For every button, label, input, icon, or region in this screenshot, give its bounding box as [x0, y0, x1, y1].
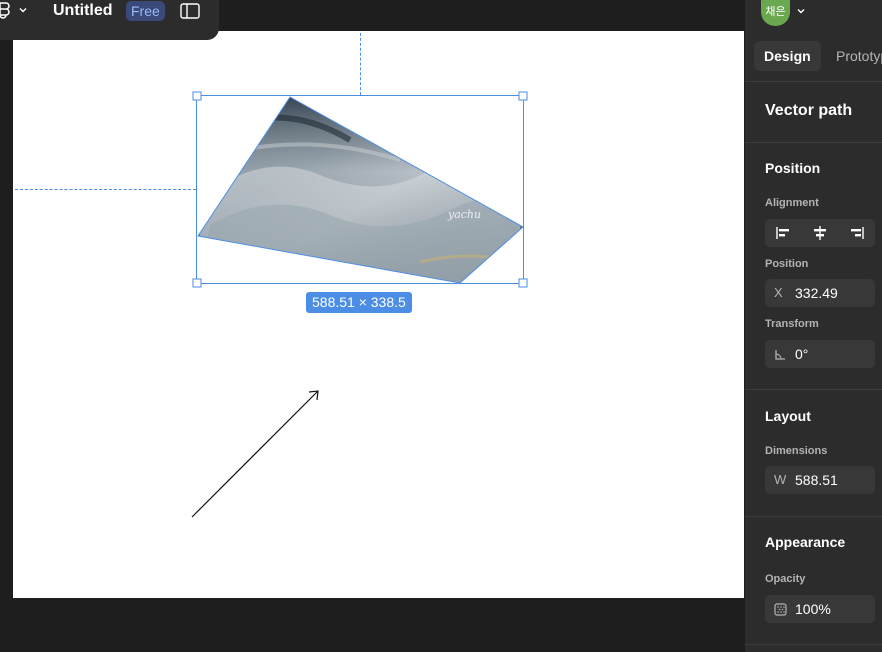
position-label: Position — [765, 258, 809, 270]
rotation-angle-icon — [775, 350, 785, 360]
opacity-label: Opacity — [765, 573, 806, 585]
w-value: 588.51 — [795, 472, 838, 488]
spacing-guide-vertical — [360, 33, 361, 95]
plan-badge[interactable]: Free — [126, 1, 165, 21]
spacing-guide-horizontal — [15, 189, 196, 190]
chevron-down-icon[interactable] — [796, 6, 806, 16]
rotation-value: 0° — [795, 346, 809, 362]
align-right-icon — [851, 227, 864, 239]
selection-type-title: Vector path — [765, 102, 853, 119]
transform-label: Transform — [765, 318, 819, 330]
w-prefix: W — [774, 472, 787, 487]
align-right-button[interactable] — [839, 219, 875, 247]
section-title-position: Position — [765, 160, 821, 176]
chevron-down-icon[interactable] — [18, 5, 28, 15]
width-input[interactable]: W 588.51 — [765, 466, 875, 494]
align-center-icon — [814, 226, 826, 240]
sidebar-toggle-icon[interactable] — [180, 3, 200, 19]
opacity-value: 100% — [795, 601, 831, 617]
avatar[interactable]: 채은 — [761, 0, 790, 26]
section-title-appearance: Appearance — [765, 534, 846, 550]
tab-prototype[interactable]: Prototype — [826, 41, 882, 71]
tab-design[interactable]: Design — [754, 41, 821, 71]
dimensions-label: Dimensions — [765, 445, 828, 457]
document-title[interactable]: Untitled — [53, 2, 113, 20]
divider — [745, 389, 882, 390]
align-left-button[interactable] — [765, 219, 801, 247]
alignment-label: Alignment — [765, 197, 819, 209]
dimension-badge: 588.51 × 338.5 — [306, 292, 412, 313]
figma-logo-icon[interactable] — [0, 2, 12, 20]
align-center-button[interactable] — [802, 219, 838, 247]
top-toolbar: Untitled Free — [0, 0, 219, 40]
opacity-input[interactable]: 100% — [765, 595, 875, 623]
properties-panel: 채은 Design Prototype Vector path Position… — [744, 0, 882, 652]
x-prefix: X — [774, 285, 783, 300]
opacity-icon — [774, 603, 787, 616]
divider — [745, 81, 882, 82]
divider — [745, 644, 882, 645]
align-left-icon — [776, 227, 789, 239]
divider — [745, 516, 882, 517]
x-position-input[interactable]: X 332.49 — [765, 279, 875, 307]
canvas-frame[interactable] — [13, 31, 744, 598]
section-title-layout: Layout — [765, 408, 811, 424]
x-value: 332.49 — [795, 285, 838, 301]
rotation-input[interactable]: 0° — [765, 340, 875, 368]
divider — [745, 142, 882, 143]
alignment-controls — [765, 219, 875, 247]
